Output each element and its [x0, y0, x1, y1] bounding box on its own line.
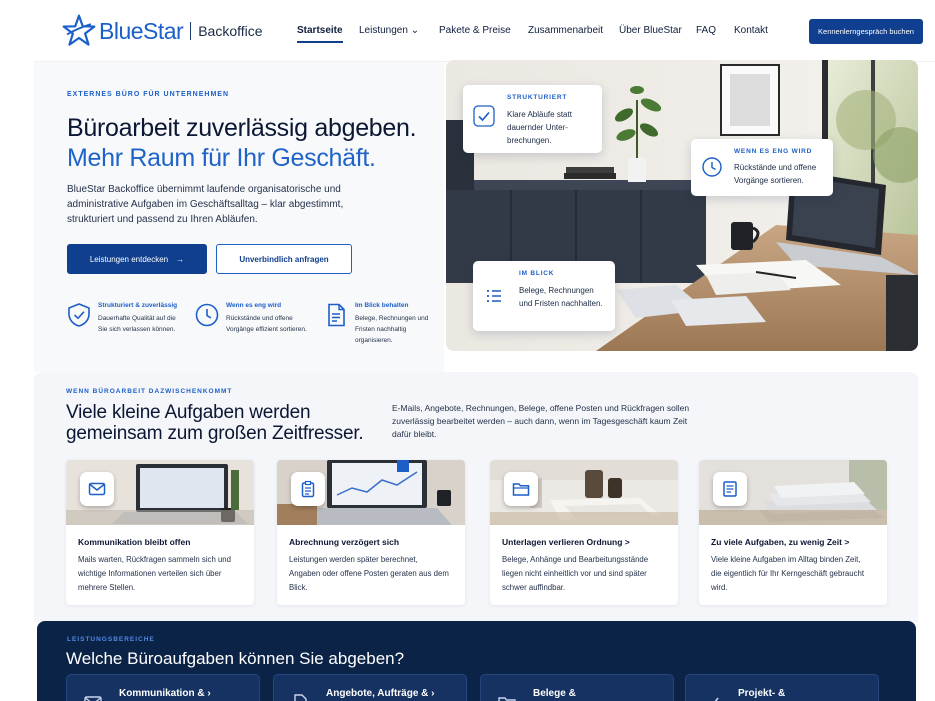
- card-text: Belege, Anhänge und Bearbeitungsstände l…: [502, 555, 649, 592]
- hero-card-label: WENN ES ENG WIRD: [734, 148, 813, 155]
- feature-item: Strukturiert & zuverlässig Dauerhafte Qu…: [66, 302, 180, 335]
- services-button[interactable]: Leistungen entdecken →: [67, 244, 207, 274]
- service-item-receipts[interactable]: Belege &: [480, 674, 674, 701]
- service-item-communication[interactable]: Kommunikation & ›: [66, 674, 260, 701]
- nav-ueber-bluestar[interactable]: Über BlueStar: [619, 25, 682, 36]
- services-section: LEISTUNGSBEREICHE Welche Büroaufgaben kö…: [37, 621, 916, 701]
- service-label: Angebote, Aufträge & ›: [326, 688, 435, 699]
- card-text: Leistungen werden später berechnet, Anga…: [289, 555, 449, 592]
- stack-icon: [713, 472, 747, 506]
- check-icon: [473, 105, 495, 127]
- card-text: Mails warten, Rückfragen sammeln sich un…: [78, 555, 231, 592]
- hero-card-text: Belege, Rechnungen und Fristen nachhalte…: [519, 286, 603, 308]
- brand-sub: Backoffice: [198, 23, 263, 39]
- top-navigation: BlueStar Backoffice Startseite Leistunge…: [34, 0, 935, 62]
- problem-card: Kommunikation bleibt offen Mails warten,…: [66, 460, 254, 605]
- service-label: Projekt- &: [738, 688, 786, 699]
- mail-icon: [84, 696, 102, 701]
- problems-title-line2: gemeinsam zum großen Zeitfresser.: [66, 423, 364, 444]
- hero-card-text: Klare Abläufe statt dauernder Unter-brec…: [507, 110, 572, 145]
- clock-icon: [195, 303, 219, 327]
- service-item-projects[interactable]: Projekt- &: [685, 674, 879, 701]
- services-button-label: Leistungen entdecken: [89, 254, 169, 264]
- feature-item: Wenn es eng wird Rückstände und offene V…: [194, 302, 308, 335]
- problems-title-line1: Viele kleine Aufgaben werden: [66, 402, 311, 423]
- check-icon: [714, 697, 719, 701]
- hero-title-line1: Büroarbeit zuverlässig abgeben.: [67, 114, 417, 142]
- hero-card-overview: IM BLICK Belege, Rechnungen und Fristen …: [473, 261, 615, 331]
- card-title[interactable]: Unterlagen verlieren Ordnung >: [502, 537, 678, 547]
- hero-eyebrow: EXTERNES BÜRO FÜR UNTERNEHMEN: [67, 91, 230, 98]
- arrow-right-icon: →: [176, 254, 185, 264]
- feature-title: Im Blick behalten: [355, 302, 409, 309]
- hero-lead: BlueStar Backoffice übernimmt laufende o…: [67, 184, 344, 225]
- problem-card: Abrechnung verzögert sich Leistungen wer…: [277, 460, 465, 605]
- problems-section: WENN BÜROARBEIT DAZWISCHENKOMMT Viele kl…: [34, 372, 918, 622]
- hero-section: EXTERNES BÜRO FÜR UNTERNEHMEN Büroarbeit…: [34, 62, 444, 372]
- card-title[interactable]: Zu viele Aufgaben, zu wenig Zeit >: [711, 537, 887, 547]
- card-title: Abrechnung verzögert sich: [289, 537, 400, 547]
- card-photo: [490, 460, 678, 525]
- problem-card: Zu viele Aufgaben, zu wenig Zeit > Viele…: [699, 460, 887, 605]
- nav-pakete-preise[interactable]: Pakete & Preise: [439, 25, 511, 36]
- card-photo: [66, 460, 254, 525]
- hero-card-label: STRUKTURIERT: [507, 94, 568, 101]
- inquiry-button[interactable]: Unverbindlich anfragen: [216, 244, 352, 274]
- service-label: Kommunikation & ›: [119, 688, 211, 699]
- shield-check-icon: [68, 303, 90, 327]
- feature-title: Wenn es eng wird: [226, 302, 282, 309]
- card-photo: [277, 460, 465, 525]
- nav-faq[interactable]: FAQ: [696, 25, 716, 36]
- mail-icon: [80, 472, 114, 506]
- hero-office-photo: STRUKTURIERT Klare Abläufe statt dauernd…: [446, 60, 918, 351]
- book-meeting-button[interactable]: Kennenlerngespräch buchen: [809, 19, 923, 44]
- clock-icon: [702, 157, 722, 177]
- nav-leistungen[interactable]: Leistungen ⌄: [359, 25, 419, 36]
- brand-name: BlueStar: [99, 17, 184, 44]
- nav-zusammenarbeit[interactable]: Zusammenarbeit: [528, 25, 603, 36]
- card-title: Kommunikation bleibt offen: [78, 537, 191, 547]
- hero-card-structured: STRUKTURIERT Klare Abläufe statt dauernd…: [463, 85, 602, 153]
- nav-kontakt[interactable]: Kontakt: [734, 25, 768, 36]
- feature-text: Belege, Rechnungen und Fristen nachhalti…: [355, 315, 429, 344]
- star-logo-icon: [62, 14, 96, 46]
- card-text: Viele kleine Aufgaben im Alltag binden Z…: [711, 555, 864, 592]
- folder-icon: [498, 697, 516, 701]
- logo[interactable]: BlueStar Backoffice: [62, 14, 263, 48]
- card-photo: [699, 460, 887, 525]
- folder-icon: [504, 472, 538, 506]
- clipboard-icon: [291, 472, 325, 506]
- problems-eyebrow: WENN BÜROARBEIT DAZWISCHENKOMMT: [66, 388, 233, 395]
- hero-card-busy: WENN ES ENG WIRD Rückstände und offene V…: [691, 139, 833, 196]
- hero-card-label: IM BLICK: [519, 270, 555, 277]
- problem-card: Unterlagen verlieren Ordnung > Belege, A…: [490, 460, 678, 605]
- service-label: Belege &: [533, 688, 576, 699]
- services-title: Welche Büroaufgaben können Sie abgeben?: [66, 649, 405, 668]
- hero-card-text: Rückstände und offene Vorgänge sortieren…: [734, 163, 817, 185]
- services-eyebrow: LEISTUNGSBEREICHE: [67, 636, 155, 643]
- nav-startseite[interactable]: Startseite: [297, 25, 343, 43]
- problems-text: E-Mails, Angebote, Rechnungen, Belege, o…: [392, 403, 690, 439]
- document-icon: [294, 694, 307, 701]
- list-icon: [487, 290, 501, 302]
- logo-divider: [190, 22, 192, 40]
- feature-text: Rückstände und offene Vorgänge effizient…: [226, 315, 307, 333]
- feature-title: Strukturiert & zuverlässig: [98, 302, 178, 309]
- document-icon: [328, 303, 345, 327]
- service-item-offers[interactable]: Angebote, Aufträge & ›: [273, 674, 467, 701]
- feature-text: Dauerhafte Qualität auf die Sie sich ver…: [98, 315, 176, 333]
- feature-item: Im Blick behalten Belege, Rechnungen und…: [323, 302, 437, 346]
- hero-title-line2: Mehr Raum für Ihr Geschäft.: [67, 144, 376, 172]
